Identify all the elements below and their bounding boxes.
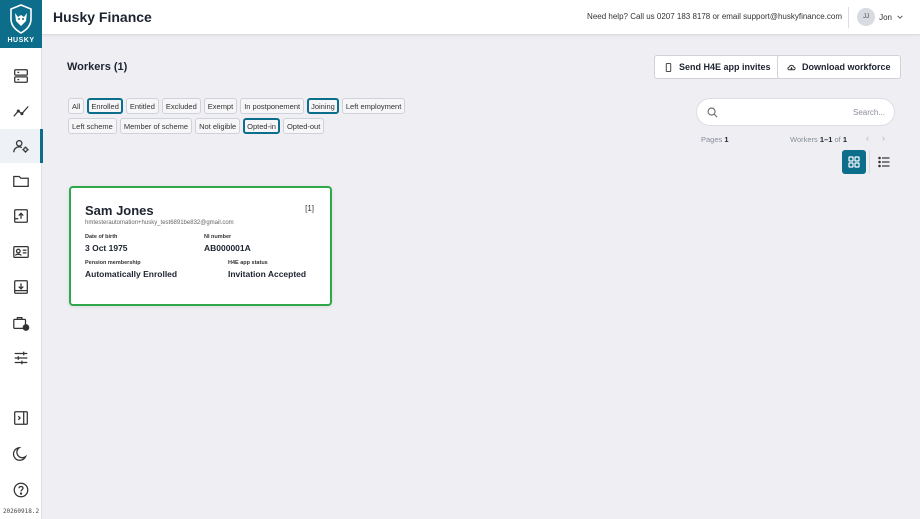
nav-item-pay-periods[interactable]	[0, 306, 42, 340]
filter-chip-enrolled[interactable]: Enrolled	[87, 98, 123, 114]
download-workforce-button[interactable]: Download workforce	[777, 55, 901, 79]
logo-text: HUSKY	[7, 37, 35, 44]
pension-value: Automatically Enrolled	[85, 269, 178, 279]
pages-label: Pages	[701, 135, 723, 144]
workers-indicator: Workers 1–1 of 1	[790, 135, 847, 144]
download-tray-icon	[14, 280, 28, 294]
top-header: Husky Finance Need help? Call us 0207 18…	[42, 0, 920, 35]
nav-item-settings[interactable]	[0, 341, 42, 375]
help-icon	[13, 482, 29, 498]
server-icon	[14, 69, 28, 83]
worker-name: Sam Jones	[85, 203, 154, 218]
nav-item-download[interactable]	[0, 270, 42, 304]
grid-view-button[interactable]	[842, 150, 866, 174]
dob-value: 3 Oct 1975	[85, 243, 128, 253]
nav-item-workers[interactable]	[0, 129, 43, 163]
send-app-invites-label: Send H4E app invites	[679, 62, 771, 72]
dob-label: Date of birth	[85, 234, 118, 240]
status-filters: All Enrolled Entitled Excluded Exempt In post…	[68, 98, 418, 138]
briefcase-clock-icon	[13, 316, 30, 331]
company-title: Husky Finance	[53, 9, 152, 25]
filter-row-2: Left scheme Member of scheme Not eligible O…	[68, 118, 418, 134]
cloud-download-icon	[787, 64, 796, 70]
filter-chip-excluded[interactable]: Excluded	[161, 98, 201, 114]
user-name: Jon	[879, 12, 892, 22]
husky-logo[interactable]: HUSKY	[0, 0, 42, 48]
prev-page-button[interactable]: ‹	[866, 133, 869, 143]
workers-total: 1	[842, 135, 848, 144]
husky-shield-icon	[10, 4, 32, 34]
pages-indicator: Pages 1	[701, 135, 729, 144]
help-contact-text: Need help? Call us 0207 183 8178 or emai…	[587, 12, 842, 21]
grid-icon	[848, 156, 860, 168]
app-status-value: Invitation Accepted	[228, 269, 307, 279]
folder-icon	[13, 175, 29, 188]
search-box[interactable]	[696, 98, 895, 126]
search-input[interactable]	[727, 104, 885, 120]
nav-item-documents[interactable]	[0, 164, 42, 198]
help-button[interactable]	[0, 473, 42, 507]
ni-label: NI number	[204, 234, 232, 240]
filter-chip-exempt[interactable]: Exempt	[203, 98, 238, 114]
chevron-down-icon	[897, 15, 903, 19]
collapse-sidebar-button[interactable]	[0, 401, 42, 435]
workers-label: Workers	[790, 135, 818, 144]
user-menu[interactable]: JJ Jon	[857, 8, 904, 26]
phone-icon	[665, 62, 672, 72]
collapse-panel-icon	[14, 411, 28, 425]
app-status-label: H4E app status	[228, 260, 268, 266]
filter-chip-opted-in[interactable]: Opted-in	[243, 118, 280, 134]
avatar: JJ	[857, 8, 876, 26]
nav-item-contacts[interactable]	[0, 235, 42, 269]
next-page-button[interactable]: ›	[882, 133, 885, 143]
worker-card[interactable]: Sam Jones [1] hmtesterautomation+husky_t…	[69, 186, 332, 306]
download-workforce-label: Download workforce	[802, 62, 891, 72]
moon-icon	[12, 446, 28, 461]
list-icon	[878, 156, 890, 168]
sidebar: HUSKY 20260918.2	[0, 0, 43, 519]
filter-chip-left-employment[interactable]: Left employment	[341, 98, 406, 114]
filter-chip-all[interactable]: All	[68, 98, 85, 114]
page-title: Workers (1)	[67, 61, 128, 73]
id-card-icon	[13, 245, 29, 259]
filter-chip-left-scheme[interactable]: Left scheme	[68, 118, 117, 134]
filter-chip-not-eligible[interactable]: Not eligible	[195, 118, 241, 134]
search-icon	[707, 107, 718, 118]
worker-index: [1]	[305, 204, 314, 213]
nav-item-analytics[interactable]	[0, 94, 42, 128]
of-label: of	[834, 135, 841, 144]
list-view-button[interactable]	[872, 150, 896, 174]
app-version: 20260918.2	[2, 508, 40, 515]
send-app-invites-button[interactable]: Send H4E app invites	[654, 55, 781, 79]
filter-chip-opted-out[interactable]: Opted-out	[282, 118, 325, 134]
workers-range: 1–1	[819, 135, 833, 144]
view-divider	[869, 150, 870, 174]
worker-email: hmtesterautomation+husky_test6891be832@g…	[85, 220, 234, 226]
sliders-icon	[14, 351, 28, 365]
dark-mode-toggle[interactable]	[0, 437, 42, 471]
workers-settings-icon	[13, 139, 29, 153]
filter-chip-entitled[interactable]: Entitled	[125, 98, 159, 114]
filter-row-1: All Enrolled Entitled Excluded Exempt In post…	[68, 98, 418, 114]
trend-chart-icon	[13, 106, 29, 117]
pages-value: 1	[724, 135, 729, 144]
upload-tray-icon	[14, 209, 28, 223]
nav-item-upload[interactable]	[0, 199, 42, 233]
nav-item-dashboard[interactable]	[0, 59, 42, 93]
filter-chip-member-of-scheme[interactable]: Member of scheme	[119, 118, 193, 134]
filter-chip-in-postponement[interactable]: In postponement	[240, 98, 305, 114]
header-divider	[848, 7, 849, 28]
pension-label: Pension membership	[85, 260, 141, 266]
filter-chip-joining[interactable]: Joining	[307, 98, 339, 114]
ni-value: AB000001A	[204, 243, 251, 253]
